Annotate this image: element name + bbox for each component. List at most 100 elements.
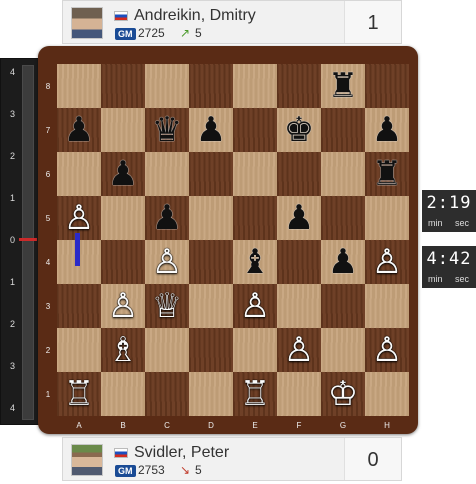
square-e1[interactable]: ♖ — [233, 372, 277, 416]
white-bishop-icon[interactable]: ♗ — [101, 328, 145, 372]
black-pawn-icon[interactable]: ♟ — [145, 196, 189, 240]
square-a2[interactable] — [57, 328, 101, 372]
square-d1[interactable] — [189, 372, 233, 416]
white-pawn-icon[interactable]: ♙ — [145, 240, 189, 284]
square-g7[interactable] — [321, 108, 365, 152]
chess-board[interactable]: ♜ ♟ ♛ ♟ ♚ ♟ ♟ ♜ ♙ ♟ ♟ ♙ ♝ ♟ ♙ ♙ ♕ ♙ ♗ ♙ ♙ ♖ ♖ ♔ — [57, 64, 409, 416]
square-h5[interactable] — [365, 196, 409, 240]
square-c2[interactable] — [145, 328, 189, 372]
square-b2[interactable]: ♗ — [101, 328, 145, 372]
square-f2[interactable]: ♙ — [277, 328, 321, 372]
square-c6[interactable] — [145, 152, 189, 196]
black-pawn-icon[interactable]: ♟ — [277, 196, 321, 240]
bottom-player-rating-change: 5 — [195, 463, 202, 477]
square-c7[interactable]: ♛ — [145, 108, 189, 152]
square-c4[interactable]: ♙ — [145, 240, 189, 284]
square-d5[interactable] — [189, 196, 233, 240]
evaluation-scale-label: 4 — [10, 67, 16, 77]
square-e6[interactable] — [233, 152, 277, 196]
square-b7[interactable] — [101, 108, 145, 152]
white-pawn-icon[interactable]: ♙ — [365, 328, 409, 372]
square-b1[interactable] — [101, 372, 145, 416]
square-f3[interactable] — [277, 284, 321, 328]
bottom-player-title-badge: GM — [115, 465, 136, 477]
square-h7[interactable]: ♟ — [365, 108, 409, 152]
square-e3[interactable]: ♙ — [233, 284, 277, 328]
square-f5[interactable]: ♟ — [277, 196, 321, 240]
file-label: D — [208, 421, 214, 430]
white-pawn-icon[interactable]: ♙ — [365, 240, 409, 284]
square-a1[interactable]: ♖ — [57, 372, 101, 416]
black-pawn-icon[interactable]: ♟ — [365, 108, 409, 152]
bottom-clock-min-label: min — [428, 274, 443, 284]
square-g4[interactable]: ♟ — [321, 240, 365, 284]
square-d3[interactable] — [189, 284, 233, 328]
square-f6[interactable] — [277, 152, 321, 196]
bottom-player-name[interactable]: Svidler, Peter — [134, 444, 229, 462]
square-b6[interactable]: ♟ — [101, 152, 145, 196]
black-queen-icon[interactable]: ♛ — [145, 108, 189, 152]
square-d6[interactable] — [189, 152, 233, 196]
square-e7[interactable] — [233, 108, 277, 152]
rank-label: 6 — [45, 170, 51, 179]
black-pawn-icon[interactable]: ♟ — [57, 108, 101, 152]
square-c8[interactable] — [145, 64, 189, 108]
square-b3[interactable]: ♙ — [101, 284, 145, 328]
square-c3[interactable]: ♕ — [145, 284, 189, 328]
white-rook-icon[interactable]: ♖ — [233, 372, 277, 416]
square-e2[interactable] — [233, 328, 277, 372]
white-pawn-icon[interactable]: ♙ — [101, 284, 145, 328]
square-b8[interactable] — [101, 64, 145, 108]
square-e8[interactable] — [233, 64, 277, 108]
square-b5[interactable] — [101, 196, 145, 240]
black-bishop-icon[interactable]: ♝ — [233, 240, 277, 284]
rank-label: 3 — [45, 302, 51, 311]
square-g5[interactable] — [321, 196, 365, 240]
square-h3[interactable] — [365, 284, 409, 328]
square-b4[interactable] — [101, 240, 145, 284]
square-d7[interactable]: ♟ — [189, 108, 233, 152]
white-queen-icon[interactable]: ♕ — [145, 284, 189, 328]
square-h4[interactable]: ♙ — [365, 240, 409, 284]
square-h1[interactable] — [365, 372, 409, 416]
square-g8[interactable]: ♜ — [321, 64, 365, 108]
bottom-player-rating: 2753 — [138, 463, 165, 477]
russia-flag-icon — [114, 11, 128, 21]
bottom-player-score-box: 0 — [344, 438, 401, 480]
black-rook-icon[interactable]: ♜ — [365, 152, 409, 196]
square-g3[interactable] — [321, 284, 365, 328]
square-f4[interactable] — [277, 240, 321, 284]
square-g1[interactable]: ♔ — [321, 372, 365, 416]
square-h8[interactable] — [365, 64, 409, 108]
square-d2[interactable] — [189, 328, 233, 372]
square-f7[interactable]: ♚ — [277, 108, 321, 152]
white-pawn-icon[interactable]: ♙ — [277, 328, 321, 372]
square-c5[interactable]: ♟ — [145, 196, 189, 240]
black-rook-icon[interactable]: ♜ — [321, 64, 365, 108]
white-king-icon[interactable]: ♔ — [321, 372, 365, 416]
square-f8[interactable] — [277, 64, 321, 108]
square-a3[interactable] — [57, 284, 101, 328]
white-pawn-icon[interactable]: ♙ — [233, 284, 277, 328]
black-pawn-icon[interactable]: ♟ — [189, 108, 233, 152]
square-a6[interactable] — [57, 152, 101, 196]
square-a8[interactable] — [57, 64, 101, 108]
bottom-player-clock: 4:42 min sec — [422, 246, 476, 288]
square-c1[interactable] — [145, 372, 189, 416]
square-a7[interactable]: ♟ — [57, 108, 101, 152]
square-e5[interactable] — [233, 196, 277, 240]
rank-label: 5 — [45, 214, 51, 223]
square-g2[interactable] — [321, 328, 365, 372]
white-rook-icon[interactable]: ♖ — [57, 372, 101, 416]
square-g6[interactable] — [321, 152, 365, 196]
top-player-name[interactable]: Andreikin, Dmitry — [134, 7, 256, 25]
black-pawn-icon[interactable]: ♟ — [101, 152, 145, 196]
black-king-icon[interactable]: ♚ — [277, 108, 321, 152]
black-pawn-icon[interactable]: ♟ — [321, 240, 365, 284]
square-d4[interactable] — [189, 240, 233, 284]
square-e4[interactable]: ♝ — [233, 240, 277, 284]
square-h2[interactable]: ♙ — [365, 328, 409, 372]
square-d8[interactable] — [189, 64, 233, 108]
square-h6[interactable]: ♜ — [365, 152, 409, 196]
square-f1[interactable] — [277, 372, 321, 416]
